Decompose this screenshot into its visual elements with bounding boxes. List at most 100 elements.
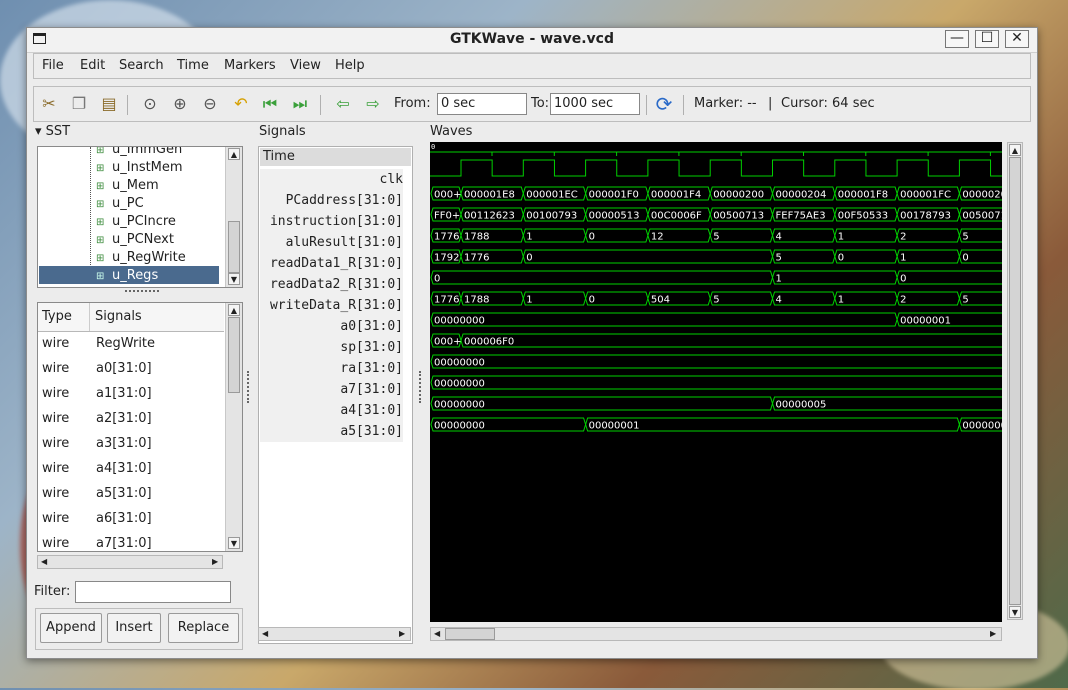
filter-input[interactable] [75,581,231,603]
scroll-right-arrow[interactable]: ▶ [990,629,996,638]
bus-value-sp: 000006F0 [464,337,514,348]
append-button[interactable]: Append [40,613,102,643]
cut-icon[interactable]: ✂ [39,94,59,114]
scroll-up-arrow[interactable]: ▲ [1009,144,1021,156]
bus-value-aluResult: 0 [589,232,595,243]
scroll-up-arrow[interactable]: ▲ [228,304,240,316]
replace-button[interactable]: Replace [168,613,239,643]
scroll-up-arrow[interactable]: ▲ [228,148,240,160]
bus-value-readData1_R: 1 [900,253,906,264]
signal-name-regwrite[interactable]: RegWrite [96,331,155,356]
sst-expander[interactable]: ▾ SST [35,124,70,139]
module-icon: ⊞ [96,253,105,264]
zoom-in-icon[interactable]: ⊕ [170,94,190,114]
menu-view[interactable]: View [290,58,321,73]
maximize-button[interactable]: ☐ [975,30,999,48]
pane-resize-handle[interactable] [419,371,424,403]
waves-vertical-scrollbar[interactable]: ▲ ▼ [1007,142,1023,620]
pane-resize-handle[interactable] [125,290,159,296]
prev-edge-icon[interactable]: ⇦ [333,94,353,114]
signal-name-a1[interactable]: a1[31:0] [96,381,152,406]
scroll-thumb[interactable] [445,628,495,640]
bus-value-a5: 0000000 [962,421,1002,432]
menu-file[interactable]: File [42,58,64,73]
scroll-right-arrow[interactable]: ▶ [212,557,218,566]
signal-row-instruction[interactable]: instruction[31:0] [260,211,403,232]
scroll-thumb[interactable] [1009,157,1021,605]
bus-value-aluResult: 2 [900,232,906,243]
signal-row-readdata1[interactable]: readData1_R[31:0] [260,253,403,274]
menu-search[interactable]: Search [119,58,164,73]
signal-name-a6[interactable]: a6[31:0] [96,506,152,531]
from-input[interactable]: 0 sec [437,93,527,115]
jump-end-icon[interactable]: ⏭ [290,94,310,114]
scroll-down-arrow[interactable]: ▼ [1009,606,1021,618]
menu-help[interactable]: Help [335,58,365,73]
minimize-button[interactable]: — [945,30,969,48]
signal-name-a2[interactable]: a2[31:0] [96,406,152,431]
signal-row-sp[interactable]: sp[31:0] [260,337,403,358]
scroll-down-arrow[interactable]: ▼ [228,273,240,285]
signal-row-pcaddress[interactable]: PCaddress[31:0] [260,190,403,211]
signals-horizontal-scrollbar[interactable]: ◀ ▶ [258,627,411,641]
signal-row-writedata[interactable]: writeData_R[31:0] [260,295,403,316]
next-edge-icon[interactable]: ⇨ [363,94,383,114]
tree-item-u_immgen[interactable]: ⊞ u_ImmGen [96,147,182,159]
signals-column-header[interactable]: Signals [95,309,142,324]
bus-segment-a7 [430,375,1002,390]
signal-row-ra[interactable]: ra[31:0] [260,358,403,379]
menu-markers[interactable]: Markers [224,58,276,73]
tree-item-u_regs[interactable]: ⊞ u_Regs [96,267,158,285]
bus-value-instruction: 00000513 [589,211,640,222]
scroll-left-arrow[interactable]: ◀ [262,629,268,638]
bus-segment-readData1_R [522,249,774,264]
undo-icon[interactable]: ↶ [231,94,251,114]
tree-item-u_regwrite[interactable]: ⊞ u_RegWrite [96,249,186,267]
type-column-header[interactable]: Type [42,309,72,324]
jump-start-icon[interactable]: ⏮ [260,94,280,114]
signal-list-vertical-scrollbar[interactable]: ▲ ▼ [225,303,242,551]
scroll-left-arrow[interactable]: ◀ [434,629,440,638]
tree-item-u_mem[interactable]: ⊞ u_Mem [96,177,159,195]
tree-item-u_instmem[interactable]: ⊞ u_InstMem [96,159,183,177]
menu-time[interactable]: Time [177,58,209,73]
signal-name-a3[interactable]: a3[31:0] [96,431,152,456]
paste-icon[interactable]: ▤ [99,94,119,114]
scroll-thumb[interactable] [228,221,240,273]
pane-resize-handle[interactable] [247,371,252,403]
tree-item-u_pcnext[interactable]: ⊞ u_PCNext [96,231,174,249]
signal-row-a5[interactable]: a5[31:0] [260,421,403,442]
signal-type: wire [42,361,70,376]
scroll-right-arrow[interactable]: ▶ [399,629,405,638]
signal-row-a4[interactable]: a4[31:0] [260,400,403,421]
signal-row-aluresult[interactable]: aluResult[31:0] [260,232,403,253]
signal-row-readdata2[interactable]: readData2_R[31:0] [260,274,403,295]
insert-button[interactable]: Insert [107,613,161,643]
tree-item-u_pcincre[interactable]: ⊞ u_PCIncre [96,213,176,231]
signal-name-a5[interactable]: a5[31:0] [96,481,152,506]
copy-icon[interactable]: ❐ [69,94,89,114]
reload-icon[interactable]: ⟳ [654,94,674,114]
signal-row-a0[interactable]: a0[31:0] [260,316,403,337]
signal-row-a7[interactable]: a7[31:0] [260,379,403,400]
signal-list-horizontal-scrollbar[interactable]: ◀ ▶ [37,555,223,569]
waves-horizontal-scrollbar[interactable]: ◀ ▶ [430,627,1002,641]
zoom-out-icon[interactable]: ⊖ [200,94,220,114]
signal-name-a4[interactable]: a4[31:0] [96,456,152,481]
tree-vertical-scrollbar[interactable]: ▲ ▼ [225,147,242,287]
sst-label: SST [45,124,71,139]
scroll-down-arrow[interactable]: ▼ [228,537,240,549]
scroll-left-arrow[interactable]: ◀ [41,557,47,566]
time-header: Time [260,148,411,166]
zoom-fit-icon[interactable]: ⊙ [140,94,160,114]
tree-item-u_pc[interactable]: ⊞ u_PC [96,195,144,213]
scroll-thumb[interactable] [228,317,240,393]
waveform-canvas[interactable]: 0 000+ 000001E8 000001EC 000001F0 000001F4 00… [430,142,1002,622]
toolbar-separator [683,95,684,115]
signal-row-clk[interactable]: clk [260,169,403,190]
signal-name-a0[interactable]: a0[31:0] [96,356,152,381]
close-button[interactable]: ✕ [1005,30,1029,48]
signal-name-a7[interactable]: a7[31:0] [96,531,152,551]
menu-edit[interactable]: Edit [80,58,105,73]
to-input[interactable]: 1000 sec [550,93,640,115]
